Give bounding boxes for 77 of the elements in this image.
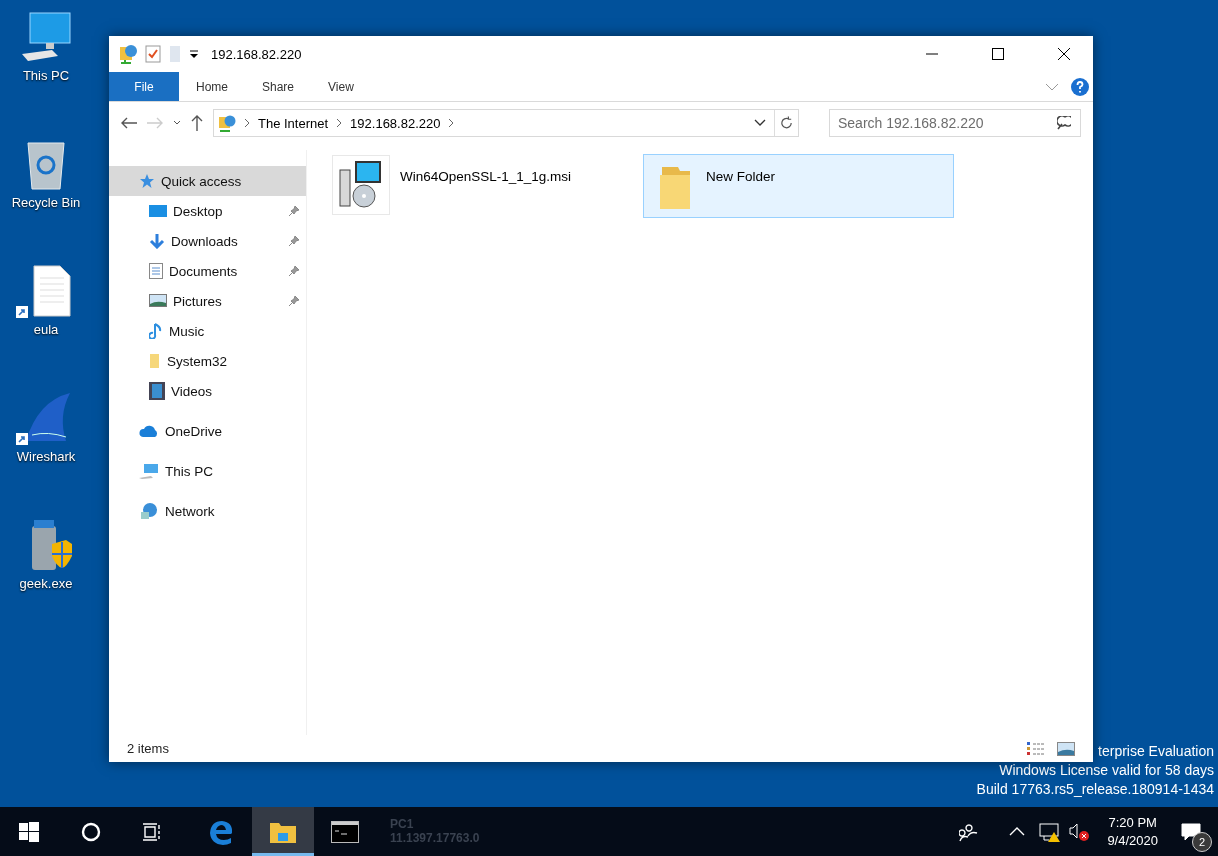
nav-item[interactable]: OneDrive [109,416,306,446]
nav-item[interactable]: Network [109,496,306,526]
taskbar-app[interactable] [252,807,314,856]
people-icon [959,821,980,842]
folder-icon [169,45,181,63]
notification-count: 2 [1192,832,1212,852]
ribbon-tab[interactable]: Share [245,72,312,101]
globe-icon [139,502,159,520]
up-arrow-icon [191,115,203,131]
desktop-shortcut[interactable]: eula [0,264,92,367]
search-field[interactable]: Search 192.168.82.220 [829,109,1081,137]
chevron-down-icon [754,119,766,127]
item-count: 2 items [127,741,169,756]
watermark-text: Windows License valid for 58 days [999,762,1214,778]
network-warning-icon [1039,821,1062,842]
desktop-shortcut[interactable]: geek.exe [0,518,92,621]
network-icon [119,44,137,64]
clock[interactable]: 7:20 PM 9/4/2020 [1095,815,1170,848]
muted-speaker-icon [1069,821,1092,842]
wallpaper-text: PC1 [390,817,415,832]
file-item[interactable]: Win64OpenSSL-1_1_1g.msi [331,154,603,216]
watermark-text: terprise Evaluation [1098,743,1214,759]
nav-item[interactable]: This PC [109,456,306,486]
folder-icon [149,353,161,369]
breadcrumb[interactable]: 192.168.82.220 [350,115,441,131]
file-menu-button[interactable]: File [109,72,179,101]
nav-item[interactable]: Music [109,316,306,346]
search-icon [1057,116,1071,130]
window-title: 192.168.82.220 [211,46,303,62]
large-icons-view-icon [1057,741,1075,756]
windows-logo-icon [19,821,39,842]
desktop-shortcut[interactable]: Recycle Bin [0,137,92,240]
nav-item[interactable]: Pictures [109,286,306,316]
maximize-icon [992,48,1004,60]
monitor-icon [149,204,167,218]
terminal-icon [331,820,359,843]
message-icon [1181,822,1201,841]
chevron-right-icon [336,118,343,128]
file-item[interactable]: New Folder [643,154,954,218]
computer-icon [139,463,159,479]
chevron-down-icon [173,120,181,126]
chevron-right-icon [448,118,455,128]
forward-arrow-icon [147,117,163,129]
nav-item[interactable]: Videos [109,376,306,406]
cloud-icon [139,424,159,438]
nav-item[interactable]: System32 [109,346,306,376]
address-bar[interactable]: The Internet 192.168.82.220 [213,109,799,137]
nav-item[interactable]: Documents [109,256,306,286]
chevron-up-icon [1009,827,1026,836]
breadcrumb[interactable]: The Internet [258,115,329,131]
desktop-shortcut[interactable]: This PC [0,10,92,113]
action-center-button[interactable]: 2 [1170,807,1218,856]
document-icon [149,263,163,279]
chevron-right-icon [244,118,250,128]
picture-icon [149,294,167,308]
ribbon-tab[interactable]: Home [179,72,245,101]
chevron-down-icon [1045,82,1059,91]
help-icon [1071,77,1089,96]
network-icon [218,114,236,132]
star-icon [139,173,155,189]
back-arrow-icon [121,117,137,129]
desktop-shortcut[interactable]: Wireshark [0,391,92,494]
close-icon [1058,48,1070,60]
details-view-icon [1027,741,1045,756]
circle-icon [81,821,101,842]
watermark-text: Build 17763.rs5_release.180914-1434 [976,781,1214,797]
film-icon [149,382,165,400]
dropdown-icon [189,49,199,59]
checklist-icon [145,45,161,63]
music-note-icon [149,323,163,339]
browser-icon [208,818,234,845]
down-arrow-icon [149,233,165,249]
nav-item[interactable]: Desktop [109,196,306,226]
nav-item[interactable]: Quick access [109,166,306,196]
nav-item[interactable]: Downloads [109,226,306,256]
ribbon-tab[interactable]: View [311,72,371,101]
wallpaper-text: 11.1397.17763.0 [390,831,480,846]
